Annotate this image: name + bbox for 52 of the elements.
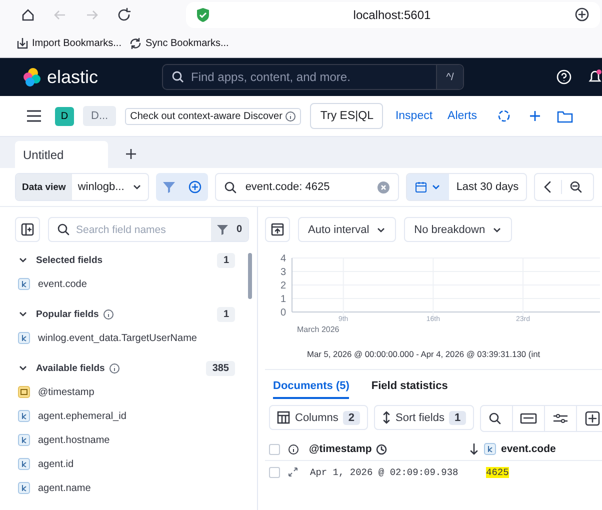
sort-fields-button[interactable]: Sort fields 1 — [374, 405, 474, 430]
table-cell: 4625 — [486, 466, 509, 478]
field-count: 1 — [217, 306, 235, 322]
section-title: Available fields — [36, 362, 105, 374]
table-cell: Apr 1, 2026 @ 02:09:09.938 — [310, 466, 458, 478]
breakdown-dropdown[interactable]: No breakdown — [404, 217, 512, 242]
axis-tick-label: 4 — [280, 254, 286, 264]
keyboard-shortcut: ^/ — [436, 65, 463, 89]
field-search-field[interactable]: Search field names 0 — [48, 217, 249, 242]
section-title: Selected fields — [36, 254, 103, 266]
axis-tick-label: 2 — [280, 280, 286, 292]
axis-tick-label: 0 — [280, 308, 286, 318]
tab[interactable]: Untitled — [15, 141, 108, 168]
query-field[interactable]: event.code: 4625 — [215, 173, 400, 201]
section-title: Popular fields — [36, 308, 99, 320]
bookmark[interactable]: Import Bookmarks... — [16, 36, 122, 50]
global-search-field[interactable]: Find apps, content, and more. ^/ — [162, 64, 464, 90]
space-avatar[interactable]: D — [55, 106, 74, 126]
date-range-text: Last 30 days — [455, 181, 520, 193]
field-name[interactable]: @timestamp — [38, 386, 94, 398]
data-view-picker[interactable]: Data view winlogb... — [15, 173, 150, 201]
column-header[interactable]: @timestamp — [309, 443, 372, 455]
data-view-label: Data view — [16, 174, 72, 200]
axis-tick-label: 3 — [280, 267, 286, 278]
tab[interactable]: Documents (5) — [273, 380, 350, 399]
data-view-value: winlogb... — [78, 181, 124, 193]
toolbar-link[interactable]: Alerts — [444, 110, 480, 122]
columns-button[interactable]: Columns 2 — [269, 405, 368, 430]
field-count: 385 — [206, 360, 235, 376]
toolbar-link[interactable]: Inspect — [392, 110, 436, 122]
axis-label: March 2026 — [297, 325, 340, 334]
try-esql-button[interactable]: Try ES|QL — [310, 103, 384, 129]
breadcrumb[interactable]: D... — [83, 106, 116, 126]
field-name[interactable]: agent.ephemeral_id — [38, 410, 126, 422]
field-filter-button[interactable]: 0 — [211, 218, 248, 241]
axis-tick-label: 1 — [280, 294, 286, 305]
field-name[interactable]: event.code — [38, 278, 87, 290]
field-count: 1 — [217, 252, 235, 268]
logo[interactable]: elastic — [22, 66, 162, 88]
bookmark[interactable]: Sync Bookmarks... — [129, 36, 229, 50]
address-text: localhost:5601 — [352, 8, 432, 22]
column-header[interactable]: event.code — [501, 443, 556, 455]
address-bar[interactable]: localhost:5601 — [186, 2, 600, 28]
time-range-text: Mar 5, 2026 @ 00:00:00.000 - Apr 4, 2026 @ 03:39:31.130 (int — [265, 349, 602, 370]
interval-dropdown[interactable]: Auto interval — [298, 217, 396, 242]
field-name[interactable]: agent.name — [38, 482, 91, 494]
field-name[interactable]: winlog.event_data.TargetUserName — [38, 332, 197, 344]
date-picker[interactable]: Last 30 days — [406, 173, 527, 201]
tab[interactable]: Field statistics — [371, 380, 448, 399]
field-name[interactable]: agent.hostname — [38, 434, 110, 446]
field-name[interactable]: agent.id — [38, 458, 74, 470]
promo-badge[interactable]: Check out context-aware Discover — [125, 108, 302, 124]
